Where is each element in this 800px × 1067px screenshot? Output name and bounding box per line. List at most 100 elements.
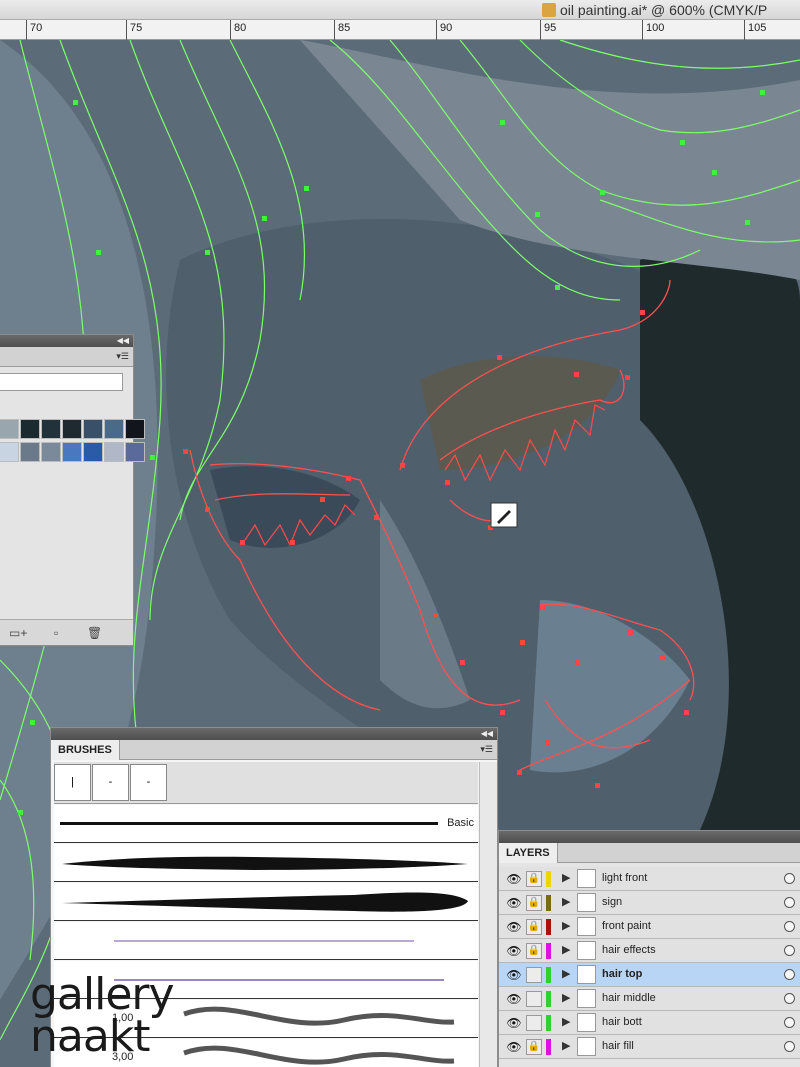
swatch[interactable]: [125, 419, 145, 439]
layer-name[interactable]: sign: [602, 896, 622, 908]
swatch-row-2: [0, 442, 146, 462]
eye-icon[interactable]: 👁: [505, 1015, 523, 1031]
swatches-panel[interactable]: ◀◀ ▾☰ ▭+ ▫ 🗑: [0, 334, 145, 646]
expand-arrow-icon[interactable]: ▶: [562, 967, 570, 980]
layer-row[interactable]: 👁 🔒 ▶ hair effects: [499, 939, 800, 963]
eye-icon[interactable]: 👁: [505, 919, 523, 935]
eye-icon[interactable]: 👁: [505, 967, 523, 983]
swatch[interactable]: [125, 442, 145, 462]
swatch[interactable]: [20, 419, 40, 439]
horizontal-ruler[interactable]: 70 75 80 85 90 95 100 105: [0, 20, 800, 40]
swatches-tabbar[interactable]: ▾☰: [0, 347, 133, 367]
expand-arrow-icon[interactable]: ▶: [562, 1015, 570, 1028]
brush-thumbnails: | - -: [54, 762, 478, 804]
brushes-tabbar[interactable]: BRUSHES ▾☰: [51, 740, 497, 760]
new-color-group-icon[interactable]: ▭+: [9, 626, 27, 640]
panel-menu-icon[interactable]: ▾☰: [480, 744, 493, 755]
lock-icon[interactable]: 🔒: [526, 1039, 542, 1055]
expand-arrow-icon[interactable]: ▶: [562, 943, 570, 956]
brushes-scrollbar[interactable]: [479, 762, 497, 1067]
brush-thumb[interactable]: |: [54, 764, 91, 801]
lock-icon[interactable]: 🔒: [526, 919, 542, 935]
brush-row-basic[interactable]: Basic: [54, 805, 478, 843]
layer-row[interactable]: 👁 🔒 ▶ sign: [499, 891, 800, 915]
layer-thumbnail: [577, 893, 596, 912]
brush-row-chalk[interactable]: [54, 883, 478, 921]
layer-target-icon[interactable]: [784, 897, 795, 908]
eye-icon[interactable]: 👁: [505, 871, 523, 887]
lock-icon[interactable]: 🔒: [526, 943, 542, 959]
new-swatch-icon[interactable]: ▫: [54, 626, 58, 640]
layer-row[interactable]: 👁 🔒 ▶ light front: [499, 867, 800, 891]
eye-icon[interactable]: 👁: [505, 943, 523, 959]
tab-brushes[interactable]: BRUSHES: [51, 740, 120, 760]
ruler-label: 70: [30, 22, 43, 34]
layer-target-icon[interactable]: [784, 1017, 795, 1028]
swatch[interactable]: [83, 442, 103, 462]
swatch[interactable]: [104, 442, 124, 462]
layer-target-icon[interactable]: [784, 969, 795, 980]
layer-name[interactable]: hair middle: [602, 992, 656, 1004]
swatch[interactable]: [0, 442, 19, 462]
layer-row[interactable]: 👁 🔒 ▶ front paint: [499, 915, 800, 939]
layer-row[interactable]: 👁 ▶ hair top: [499, 963, 800, 987]
collapse-icon[interactable]: ◀◀: [117, 336, 129, 345]
layer-name[interactable]: hair top: [602, 968, 642, 980]
delete-swatch-icon[interactable]: 🗑: [87, 626, 102, 640]
layers-panel[interactable]: LAYERS 👁 🔒 ▶ light front 👁 🔒 ▶ sign 👁 🔒 ▶ front pai…: [498, 830, 800, 1067]
tab-layers[interactable]: LAYERS: [499, 843, 558, 863]
layer-target-icon[interactable]: [784, 921, 795, 932]
layers-panel-header[interactable]: [499, 831, 800, 843]
expand-arrow-icon[interactable]: ▶: [562, 919, 570, 932]
layer-row[interactable]: 👁 ▶ hair bott: [499, 1011, 800, 1035]
layer-target-icon[interactable]: [784, 993, 795, 1004]
expand-arrow-icon[interactable]: ▶: [562, 991, 570, 1004]
expand-arrow-icon[interactable]: ▶: [562, 895, 570, 908]
panel-menu-icon[interactable]: ▾☰: [116, 351, 129, 362]
expand-arrow-icon[interactable]: ▶: [562, 1039, 570, 1052]
layer-name[interactable]: hair fill: [602, 1040, 634, 1052]
eye-icon[interactable]: 👁: [505, 991, 523, 1007]
swatches-panel-header[interactable]: ◀◀: [0, 335, 133, 347]
swatch-search-input[interactable]: [0, 373, 123, 391]
brushes-panel-header[interactable]: ◀◀: [51, 728, 497, 740]
layer-color-swatch: [546, 919, 551, 935]
layer-target-icon[interactable]: [784, 873, 795, 884]
illustrator-document-icon: [542, 3, 556, 17]
lock-toggle[interactable]: [526, 967, 542, 983]
layer-name[interactable]: hair effects: [602, 944, 656, 956]
layers-tabbar[interactable]: LAYERS: [499, 843, 800, 863]
brush-row-thin-1[interactable]: [54, 922, 478, 960]
swatch[interactable]: [83, 419, 103, 439]
eye-icon[interactable]: 👁: [505, 1039, 523, 1055]
layer-row[interactable]: 👁 🔒 ▶ hair fill: [499, 1035, 800, 1059]
layer-name[interactable]: light front: [602, 872, 647, 884]
brush-thumb[interactable]: -: [130, 764, 167, 801]
swatch[interactable]: [20, 442, 40, 462]
artboard-canvas[interactable]: oil painting.ai* @ 600% (CMYK/P 70 75 80…: [0, 0, 800, 1067]
lock-toggle[interactable]: [526, 1015, 542, 1031]
layer-row[interactable]: 👁 ▶ hair middle: [499, 987, 800, 1011]
lock-icon[interactable]: 🔒: [526, 895, 542, 911]
collapse-icon[interactable]: ◀◀: [481, 729, 493, 738]
swatch[interactable]: [41, 419, 61, 439]
swatch[interactable]: [41, 442, 61, 462]
layer-thumbnail: [577, 989, 596, 1008]
swatch[interactable]: [62, 442, 82, 462]
lock-icon[interactable]: 🔒: [526, 871, 542, 887]
layer-target-icon[interactable]: [784, 945, 795, 956]
layer-name[interactable]: front paint: [602, 920, 651, 932]
swatch[interactable]: [62, 419, 82, 439]
layer-color-swatch: [546, 991, 551, 1007]
layer-name[interactable]: hair bott: [602, 1016, 642, 1028]
eye-icon[interactable]: 👁: [505, 895, 523, 911]
expand-arrow-icon[interactable]: ▶: [562, 871, 570, 884]
swatch[interactable]: [104, 419, 124, 439]
brush-cursor-icon: [490, 502, 518, 528]
brush-thumb[interactable]: -: [92, 764, 129, 801]
layer-thumbnail: [577, 1013, 596, 1032]
lock-toggle[interactable]: [526, 991, 542, 1007]
brush-row-charcoal[interactable]: [54, 844, 478, 882]
swatch[interactable]: [0, 419, 19, 439]
layer-target-icon[interactable]: [784, 1041, 795, 1052]
